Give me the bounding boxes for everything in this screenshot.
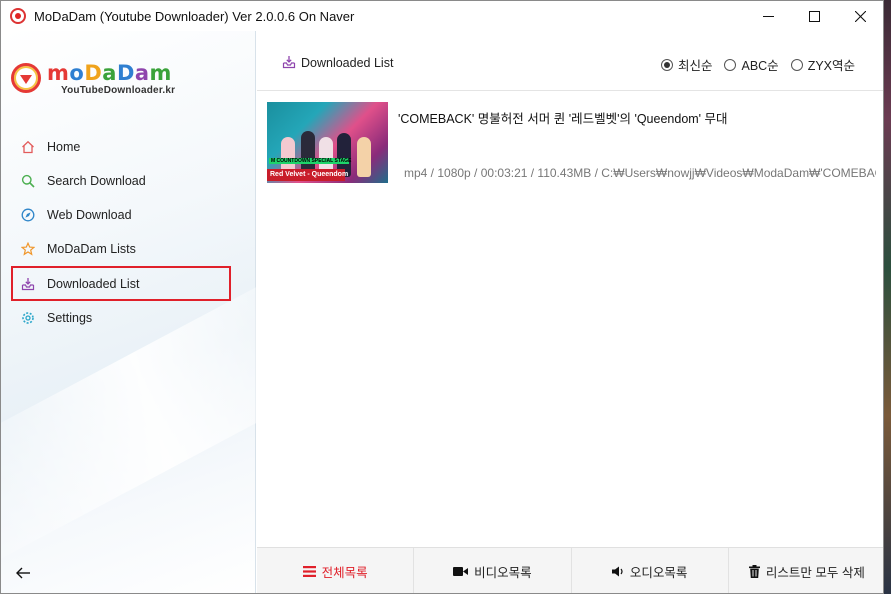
main-panel: Downloaded List 최신순 ABC순 ZYX역순 M COUNTDO… [257, 31, 883, 593]
thumbnail-caption-top: M COUNTDOWN SPECIAL STAGE [271, 158, 352, 164]
radio-button[interactable] [724, 58, 737, 71]
search-icon [20, 173, 36, 189]
button-label: 비디오목록 [474, 565, 532, 580]
trash-icon [748, 564, 760, 578]
radio-button[interactable] [660, 58, 673, 71]
sidebar: moDaDam YouTubeDownloader.kr Home Search… [1, 31, 256, 593]
sidebar-item-label: Web Download [47, 208, 132, 222]
audio-list-button[interactable]: 오디오목록 [572, 548, 729, 593]
home-icon [20, 139, 36, 155]
sidebar-item-label: Home [47, 140, 81, 154]
minimize-icon [762, 15, 774, 17]
video-meta: mp4 / 1080p / 00:03:21 / 110.43MB / C:₩U… [398, 164, 876, 181]
sidebar-nav: Home Search Download Web Download MoDaDa… [11, 130, 233, 335]
video-camera-icon [453, 566, 469, 576]
radio-button[interactable] [790, 58, 803, 71]
sidebar-item-label: Settings [47, 311, 93, 325]
maximize-button[interactable] [791, 1, 837, 31]
sort-options: 최신순 ABC순 ZYX역순 [660, 55, 855, 74]
sidebar-item-search-download[interactable]: Search Download [13, 164, 233, 198]
maximize-icon [808, 10, 820, 22]
app-window: MoDaDam (Youtube Downloader) Ver 2.0.0.6… [0, 0, 884, 594]
title-bar: MoDaDam (Youtube Downloader) Ver 2.0.0.6… [1, 1, 883, 31]
sort-newest[interactable]: 최신순 [660, 55, 713, 74]
sidebar-item-home[interactable]: Home [13, 130, 233, 164]
sidebar-item-modadam-lists[interactable]: MoDaDam Lists [13, 232, 233, 266]
video-title: 'COMEBACK' 명불허전 서머 퀸 '레드벨벳'의 'Queendom' … [398, 112, 728, 126]
video-thumbnail[interactable]: M COUNTDOWN SPECIAL STAGE Red Velvet - Q… [267, 102, 388, 183]
window-controls [745, 1, 883, 31]
sidebar-item-settings[interactable]: Settings [13, 301, 233, 335]
list-icon [302, 565, 316, 577]
page-title: Downloaded List [301, 56, 394, 70]
close-icon [854, 10, 866, 22]
download-tray-icon [282, 55, 296, 72]
all-list-button[interactable]: 전체목록 [257, 548, 415, 593]
button-label: 리스트만 모두 삭제 [765, 565, 865, 580]
minimize-button[interactable] [745, 1, 791, 31]
video-meta-text: mp4 / 1080p / 00:03:21 / 110.43MB / C:₩U… [404, 166, 876, 180]
video-list-button[interactable]: 비디오목록 [414, 548, 572, 593]
button-label: 전체목록 [321, 565, 368, 580]
app-logo-icon [10, 8, 26, 24]
back-button[interactable] [15, 564, 33, 582]
window-title: MoDaDam (Youtube Downloader) Ver 2.0.0.6… [34, 8, 355, 24]
compass-icon [20, 207, 36, 223]
speaker-icon [611, 566, 623, 576]
download-tray-icon [20, 276, 36, 292]
logo-download-icon [11, 63, 41, 93]
sidebar-item-web-download[interactable]: Web Download [13, 198, 233, 232]
clear-list-button[interactable]: 리스트만 모두 삭제 [729, 548, 883, 593]
sidebar-item-label: Search Download [47, 174, 146, 188]
back-arrow-icon [16, 567, 30, 579]
desktop-background [884, 0, 891, 594]
list-toolbar: Downloaded List 최신순 ABC순 ZYX역순 [257, 31, 883, 91]
gear-icon [20, 310, 36, 326]
logo-subtitle: YouTubeDownloader.kr [61, 85, 176, 96]
thumbnail-caption-bottom: Red Velvet - Queendom [270, 171, 349, 178]
sidebar-item-label: MoDaDam Lists [47, 242, 136, 256]
button-label: 오디오목록 [629, 565, 688, 580]
sort-label: ABC순 [741, 59, 779, 73]
sidebar-item-label: Downloaded List [47, 276, 140, 291]
sort-abc[interactable]: ABC순 [724, 55, 779, 74]
star-icon [20, 241, 36, 257]
close-button[interactable] [837, 1, 883, 31]
sort-label: 최신순 [677, 59, 713, 73]
sidebar-item-downloaded-list[interactable]: Downloaded List [11, 266, 231, 301]
sort-label: ZYX역순 [807, 59, 855, 73]
logo-title: moDaDam [47, 61, 172, 85]
bottom-toolbar: 전체목록 비디오목록 오디오목록 리스트만 모두 삭제 [257, 547, 883, 593]
modadam-logo: moDaDam YouTubeDownloader.kr [11, 61, 211, 101]
sort-zyx[interactable]: ZYX역순 [790, 55, 855, 74]
list-item[interactable]: M COUNTDOWN SPECIAL STAGE Red Velvet - Q… [267, 102, 883, 184]
